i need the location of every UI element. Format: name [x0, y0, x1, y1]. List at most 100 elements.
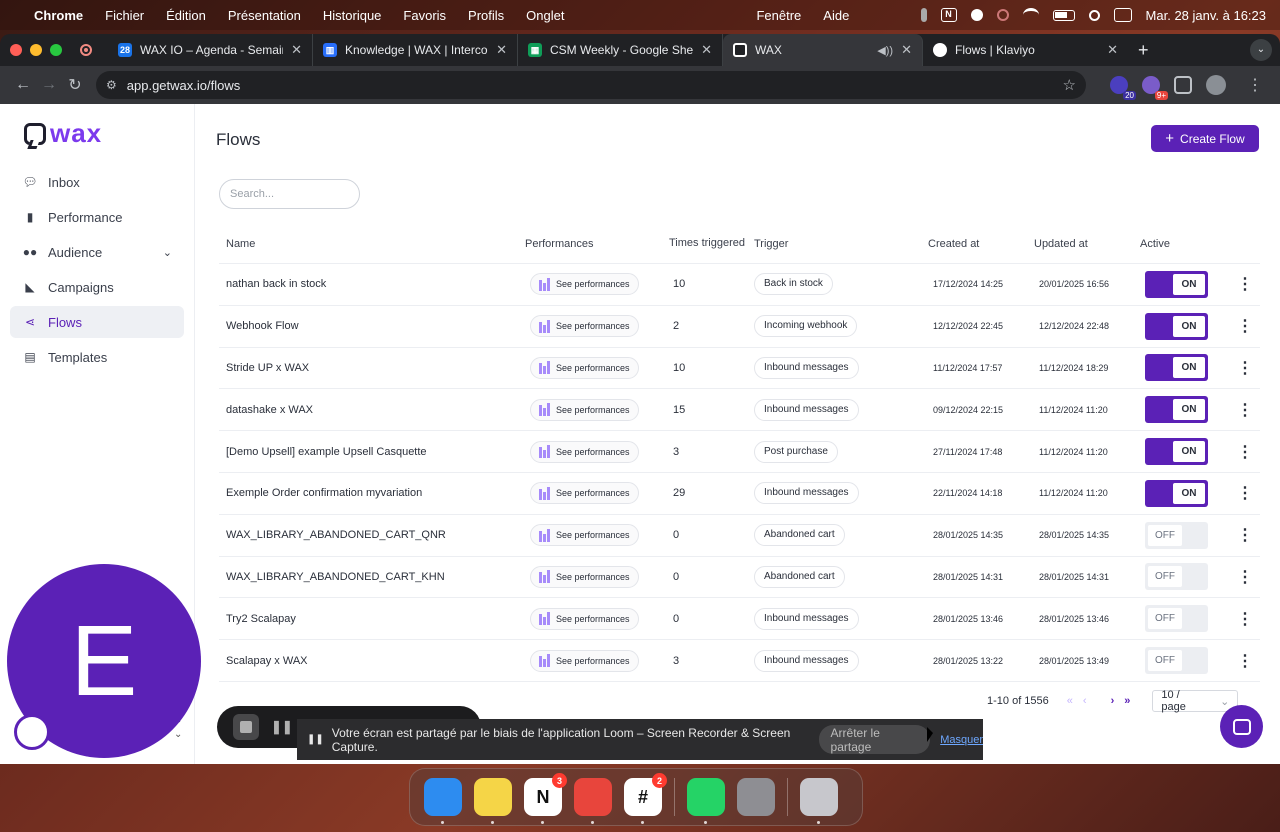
tab-agenda[interactable]: 28 WAX IO – Agenda - Semaine ✕ — [108, 34, 313, 66]
see-performances-button[interactable]: See performances — [530, 315, 639, 338]
menu-presentation[interactable]: Présentation — [228, 8, 301, 23]
flow-name[interactable]: [Demo Upsell] example Upsell Casquette — [219, 446, 525, 458]
see-performances-button[interactable]: See performances — [530, 607, 639, 630]
last-page-icon[interactable]: » — [1124, 695, 1130, 707]
menu-onglet[interactable]: Onglet — [526, 8, 564, 23]
close-window-button[interactable] — [10, 44, 22, 56]
row-menu-icon[interactable]: ⋮ — [1230, 274, 1260, 294]
active-toggle[interactable]: OFF — [1145, 563, 1208, 591]
dock-notion-icon[interactable]: N3 — [524, 773, 567, 824]
table-row[interactable]: WAX_LIBRARY_ABANDONED_CART_QNR See perfo… — [219, 515, 1260, 557]
header-created-at[interactable]: Created at — [928, 238, 1034, 250]
table-row[interactable]: Scalapay x WAX See performances 3 Inboun… — [219, 640, 1260, 682]
flow-name[interactable]: nathan back in stock — [219, 278, 525, 290]
row-menu-icon[interactable]: ⋮ — [1230, 525, 1260, 545]
header-updated-at[interactable]: Updated at — [1034, 238, 1140, 250]
bookmark-star-icon[interactable]: ☆ — [1063, 76, 1076, 94]
header-times-triggered[interactable]: Times triggered — [668, 237, 754, 250]
extension-icon[interactable]: 20 — [1110, 76, 1136, 100]
see-performances-button[interactable]: See performances — [530, 356, 639, 379]
menu-fenetre[interactable]: Fenêtre — [756, 8, 801, 23]
table-row[interactable]: Try2 Scalapay See performances 0 Inbound… — [219, 598, 1260, 641]
close-icon[interactable]: ✕ — [701, 42, 712, 58]
see-performances-button[interactable]: See performances — [530, 440, 639, 463]
row-menu-icon[interactable]: ⋮ — [1230, 567, 1260, 587]
active-toggle[interactable]: ON — [1145, 396, 1208, 424]
table-row[interactable]: WAX_LIBRARY_ABANDONED_CART_KHN See perfo… — [219, 557, 1260, 599]
sidebar-item-templates[interactable]: ▤ Templates — [10, 341, 184, 373]
forward-arrow-icon[interactable]: → — [36, 76, 62, 94]
table-row[interactable]: [Demo Upsell] example Upsell Casquette S… — [219, 431, 1260, 473]
back-arrow-icon[interactable]: ← — [10, 76, 36, 94]
flow-name[interactable]: Scalapay x WAX — [219, 655, 525, 667]
menu-edition[interactable]: Édition — [166, 8, 206, 23]
next-page-icon[interactable]: › — [1111, 695, 1115, 707]
chevron-down-icon[interactable]: ⌄ — [163, 246, 172, 259]
see-performances-button[interactable]: See performances — [530, 482, 639, 505]
flow-name[interactable]: WAX_LIBRARY_ABANDONED_CART_KHN — [219, 571, 525, 583]
row-menu-icon[interactable]: ⋮ — [1230, 316, 1260, 336]
speaker-icon[interactable]: ◀)) — [877, 44, 893, 57]
microphone-icon[interactable] — [920, 8, 927, 22]
minimize-window-button[interactable] — [30, 44, 42, 56]
workspace-avatar[interactable] — [14, 714, 50, 750]
loom-stop-button[interactable] — [233, 714, 259, 740]
more-menu-icon[interactable]: ⋮ — [1240, 75, 1270, 95]
page-size-select[interactable]: 10 / page ⌄ — [1152, 689, 1239, 713]
see-performances-button[interactable]: See performances — [530, 565, 639, 588]
table-row[interactable]: datashake x WAX See performances 15 Inbo… — [219, 389, 1260, 432]
hide-banner-link[interactable]: Masquer — [940, 734, 983, 746]
dock-chrome-icon[interactable] — [574, 778, 612, 824]
flow-name[interactable]: Webhook Flow — [219, 320, 525, 332]
stop-sharing-button[interactable]: Arrêter le partage — [818, 725, 931, 754]
flow-name[interactable]: Try2 Scalapay — [219, 613, 525, 625]
close-icon[interactable]: ✕ — [1107, 42, 1118, 58]
active-toggle[interactable]: ON — [1145, 438, 1208, 466]
dock-system-settings-icon[interactable] — [737, 778, 775, 816]
active-toggle[interactable]: ON — [1145, 312, 1208, 340]
active-toggle[interactable]: ON — [1145, 270, 1208, 298]
active-toggle[interactable]: ON — [1145, 479, 1208, 507]
wax-logo[interactable]: wax — [24, 118, 102, 149]
table-row[interactable]: Stride UP x WAX See performances 10 Inbo… — [219, 348, 1260, 390]
menu-aide[interactable]: Aide — [823, 8, 849, 23]
row-menu-icon[interactable]: ⋮ — [1230, 609, 1260, 629]
table-row[interactable]: nathan back in stock See performances 10… — [219, 264, 1260, 306]
flow-name[interactable]: WAX_LIBRARY_ABANDONED_CART_QNR — [219, 529, 525, 541]
new-tab-button[interactable]: + — [1138, 40, 1149, 61]
table-row[interactable]: Webhook Flow See performances 2 Incoming… — [219, 306, 1260, 348]
active-toggle[interactable]: OFF — [1145, 521, 1208, 549]
reload-icon[interactable]: ↻ — [62, 75, 88, 95]
tab-wax[interactable]: WAX ◀)) ✕ — [723, 34, 923, 66]
active-toggle[interactable]: OFF — [1145, 605, 1208, 633]
loom-menubar-icon[interactable] — [996, 9, 1009, 21]
dock-notes-icon[interactable] — [474, 778, 512, 824]
menubar-clock[interactable]: Mar. 28 janv. à 16:23 — [1146, 8, 1266, 23]
gear-icon[interactable] — [970, 9, 983, 21]
active-toggle[interactable]: OFF — [1145, 647, 1208, 675]
address-bar[interactable]: ⚙ app.getwax.io/flows ☆ — [96, 71, 1086, 99]
battery-icon[interactable] — [1052, 9, 1075, 21]
tab-search-button[interactable]: ⌄ — [1250, 39, 1272, 61]
zoom-window-button[interactable] — [50, 44, 62, 56]
search-input[interactable] — [219, 179, 360, 209]
tab-sheets[interactable]: ▦ CSM Weekly - Google Sheets ✕ — [518, 34, 723, 66]
close-icon[interactable]: ✕ — [901, 42, 912, 58]
notion-menubar-icon[interactable]: N — [940, 8, 957, 22]
menu-historique[interactable]: Historique — [323, 8, 382, 23]
table-row[interactable]: Exemple Order confirmation myvariation S… — [219, 473, 1260, 515]
site-settings-icon[interactable]: ⚙ — [106, 78, 117, 92]
menu-fichier[interactable]: Fichier — [105, 8, 144, 23]
menu-favoris[interactable]: Favoris — [403, 8, 446, 23]
row-menu-icon[interactable]: ⋮ — [1230, 651, 1260, 671]
menu-profils[interactable]: Profils — [468, 8, 504, 23]
row-menu-icon[interactable]: ⋮ — [1230, 483, 1260, 503]
row-menu-icon[interactable]: ⋮ — [1230, 400, 1260, 420]
extension-icon[interactable]: 9+ — [1142, 76, 1168, 100]
row-menu-icon[interactable]: ⋮ — [1230, 358, 1260, 378]
puzzle-icon[interactable] — [1174, 76, 1192, 94]
flow-name[interactable]: Stride UP x WAX — [219, 362, 525, 374]
profile-avatar[interactable] — [1206, 75, 1226, 95]
see-performances-button[interactable]: See performances — [530, 524, 639, 547]
row-menu-icon[interactable]: ⋮ — [1230, 442, 1260, 462]
